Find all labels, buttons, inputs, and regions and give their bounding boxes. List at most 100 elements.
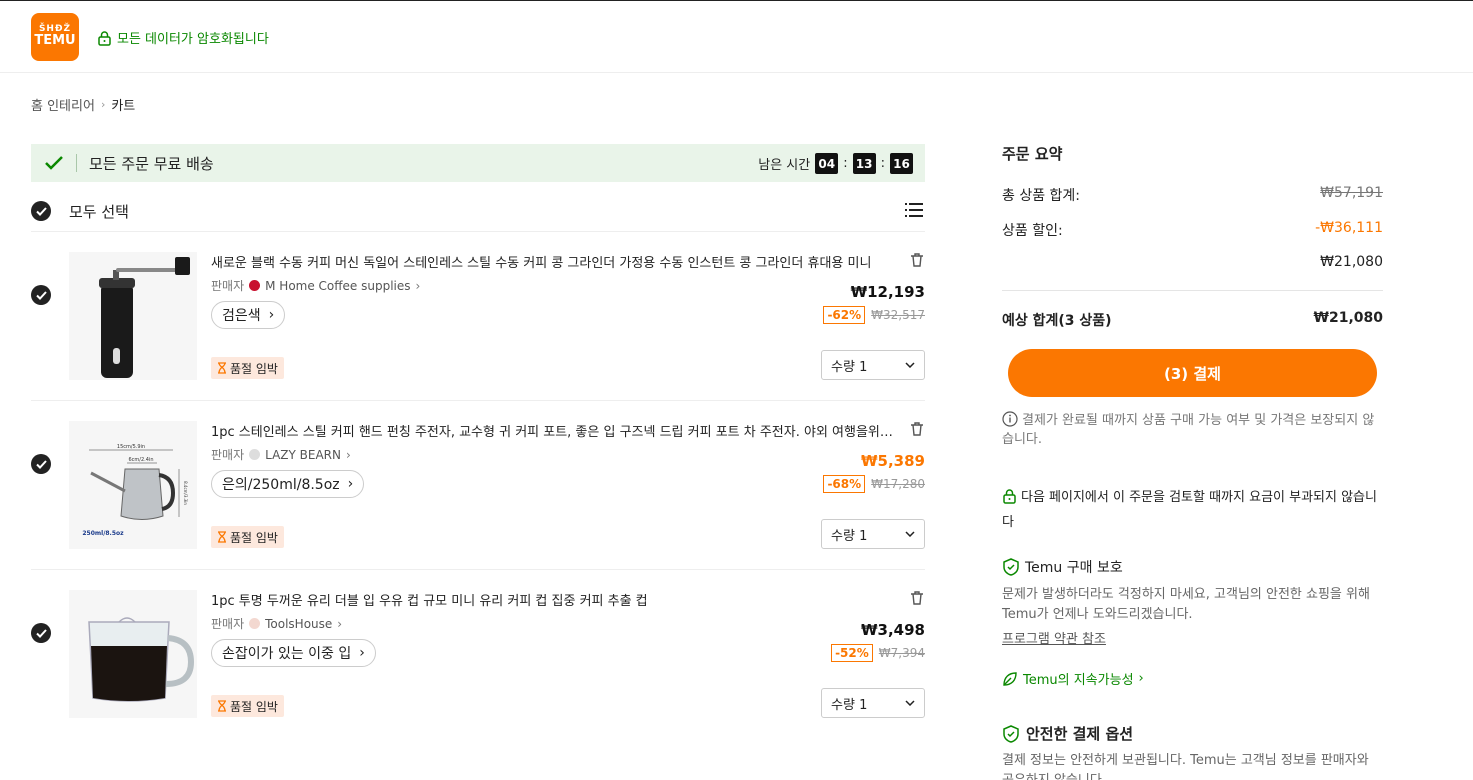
qty-label: 수량 [831,697,855,713]
product-name[interactable]: 1pc 투명 두꺼운 유리 더블 입 우유 컵 규모 미니 유리 커피 컵 집중… [211,590,896,609]
product-name[interactable]: 새로운 블랙 수동 커피 머신 독일어 스테인레스 스틸 수동 커피 콩 그라인… [211,252,896,271]
seller-name: LAZY BEARN [265,447,341,462]
protect-title-text: Temu 구매 보호 [1025,560,1123,576]
quantity-select[interactable]: 수량 1 [821,688,925,718]
encryption-text: 모든 데이터가 암호화됩니다 [117,32,269,47]
after-discount-value: ₩21,080 [1320,254,1383,270]
qty-label: 수량 [831,359,855,375]
subtotal-value: ₩57,191 [1320,185,1383,201]
sustain-text: Temu의 지속가능성 [1023,673,1134,688]
almost-sold-out-badge: 품절 임박 [211,695,284,717]
total-value: ₩21,080 [1313,310,1383,326]
chevron-down-icon [905,362,915,368]
seller-prefix: 판매자 [211,617,245,631]
discount-row: 상품 할인: -₩36,111 [1002,220,1383,240]
temu-logo[interactable]: ŠHĐŽ TEMU [31,13,79,61]
terms-link[interactable]: 프로그램 약관 참조 [1002,628,1106,647]
badge-text: 품절 임박 [230,361,278,376]
seller-avatar [249,449,261,460]
timer-label: 남은 시간 [758,158,811,173]
purchase-protection-title: Temu 구매 보호 [1002,557,1123,577]
variant-selector[interactable]: 검은색 › [211,301,286,329]
no-charge-text: 다음 페이지에서 이 주문을 검토할 때까지 요금이 부과되지 않습니다 [1002,490,1377,530]
shield-icon [1003,558,1019,576]
item-checkbox[interactable] [31,623,51,643]
lock-icon [98,30,111,46]
dimension-label: 6cm/2.4in [129,457,154,463]
badge-text: 품절 임박 [230,530,278,545]
chevron-right-icon: › [100,98,106,111]
free-shipping-banner: 모든 주문 무료 배송 남은 시간 04 : 13 : 16 [31,144,925,182]
breadcrumb-home[interactable]: 홈 인테리어 [31,95,95,114]
checkout-button[interactable]: (3) 결제 [1008,349,1377,397]
item-price: ₩3,498 [861,621,925,639]
after-discount-row: ₩21,080 [1002,254,1383,270]
select-all-checkbox[interactable] [31,201,51,221]
price-notice: 결제가 완료될 때까지 상품 구매 가능 여부 및 가격은 보장되지 않습니다. [1002,411,1383,449]
seller-name: M Home Coffee supplies [265,278,411,293]
check-icon [31,154,77,172]
qty-label: 수량 [831,528,855,544]
subtotal-label: 총 상품 합계: [1002,188,1081,204]
product-image[interactable] [69,590,197,718]
no-charge-notice: 다음 페이지에서 이 주문을 검토할 때까지 요금이 부과되지 않습니다 [1002,485,1383,535]
product-name[interactable]: 1pc 스테인레스 스틸 커피 핸드 펀칭 주전자, 교수형 귀 커피 포트, … [211,421,896,440]
chevron-right-icon: › [415,278,421,293]
timer-minutes: 13 [852,153,876,174]
product-image[interactable] [69,252,197,380]
item-checkbox[interactable] [31,454,51,474]
timer-separator: : [880,156,885,171]
dimension-label: 15cm/5.9in [117,444,145,450]
seller-name: ToolsHouse [265,616,333,631]
trash-icon[interactable] [909,590,925,606]
seller-info[interactable]: 판매자 LAZY BEARN › [211,446,351,463]
discount-info: -52% ₩7,394 [831,644,925,662]
product-image[interactable]: 15cm/5.9in 6cm/2.4in 8.4cm/3.3in 250ml/8… [69,421,197,549]
chevron-right-icon: › [1138,671,1144,686]
header: ŠHĐŽ TEMU 모든 데이터가 암호화됩니다 [0,1,1473,73]
hourglass-icon [218,700,226,712]
seller-avatar [249,618,261,629]
badge-text: 품절 임박 [230,699,278,714]
variant-selector[interactable]: 은의/250ml/8.5oz › [211,470,365,498]
discount-badge: -52% [831,644,873,662]
seller-info[interactable]: 판매자 M Home Coffee supplies › [211,277,420,294]
banner-title: 모든 주문 무료 배송 [89,154,214,173]
coffee-grinder-image [69,252,197,380]
logo-text: TEMU [34,33,76,48]
cart-item: 1pc 투명 두꺼운 유리 더블 입 우유 컵 규모 미니 유리 커피 컵 집중… [31,570,925,739]
checkmark-icon [35,290,47,300]
trash-icon[interactable] [909,252,925,268]
timer-hours: 04 [815,153,839,174]
checkmark-icon [35,459,47,469]
seller-info[interactable]: 판매자 ToolsHouse › [211,615,342,632]
almost-sold-out-badge: 품절 임박 [211,526,284,548]
original-price: ₩17,280 [871,477,925,491]
original-price: ₩7,394 [878,646,925,660]
info-icon [1002,411,1018,427]
almost-sold-out-badge: 품절 임박 [211,357,284,379]
sustainability-link[interactable]: Temu의 지속가능성 › [1002,669,1144,688]
glass-cup-image [69,590,197,718]
safe-payment-title: 안전한 결제 옵션 [1002,723,1133,744]
countdown-timer: 남은 시간 04 : 13 : 16 [758,153,913,174]
quantity-select[interactable]: 수량 1 [821,519,925,549]
protect-description: 문제가 발생하더라도 걱정하지 마세요, 고객님의 안전한 쇼핑을 위해 Tem… [1002,587,1370,622]
trash-icon[interactable] [909,421,925,437]
timer-separator: : [843,156,848,171]
chevron-down-icon [905,531,915,537]
qty-value: 1 [859,528,868,544]
seller-prefix: 판매자 [211,279,245,293]
list-view-icon[interactable] [905,202,923,218]
select-all-row: 모두 선택 [31,191,925,232]
discount-badge: -62% [823,306,866,324]
variant-selector[interactable]: 손잡이가 있는 이중 입 › [211,639,376,667]
item-checkbox[interactable] [31,285,51,305]
quantity-select[interactable]: 수량 1 [821,350,925,380]
summary-title: 주문 요약 [1002,145,1063,163]
safe-title-text: 안전한 결제 옵션 [1026,725,1134,743]
discount-info: -68% ₩17,280 [823,475,925,493]
chevron-right-icon: › [359,645,365,661]
discount-value: -₩36,111 [1315,220,1383,236]
discount-label: 상품 할인: [1002,223,1063,239]
